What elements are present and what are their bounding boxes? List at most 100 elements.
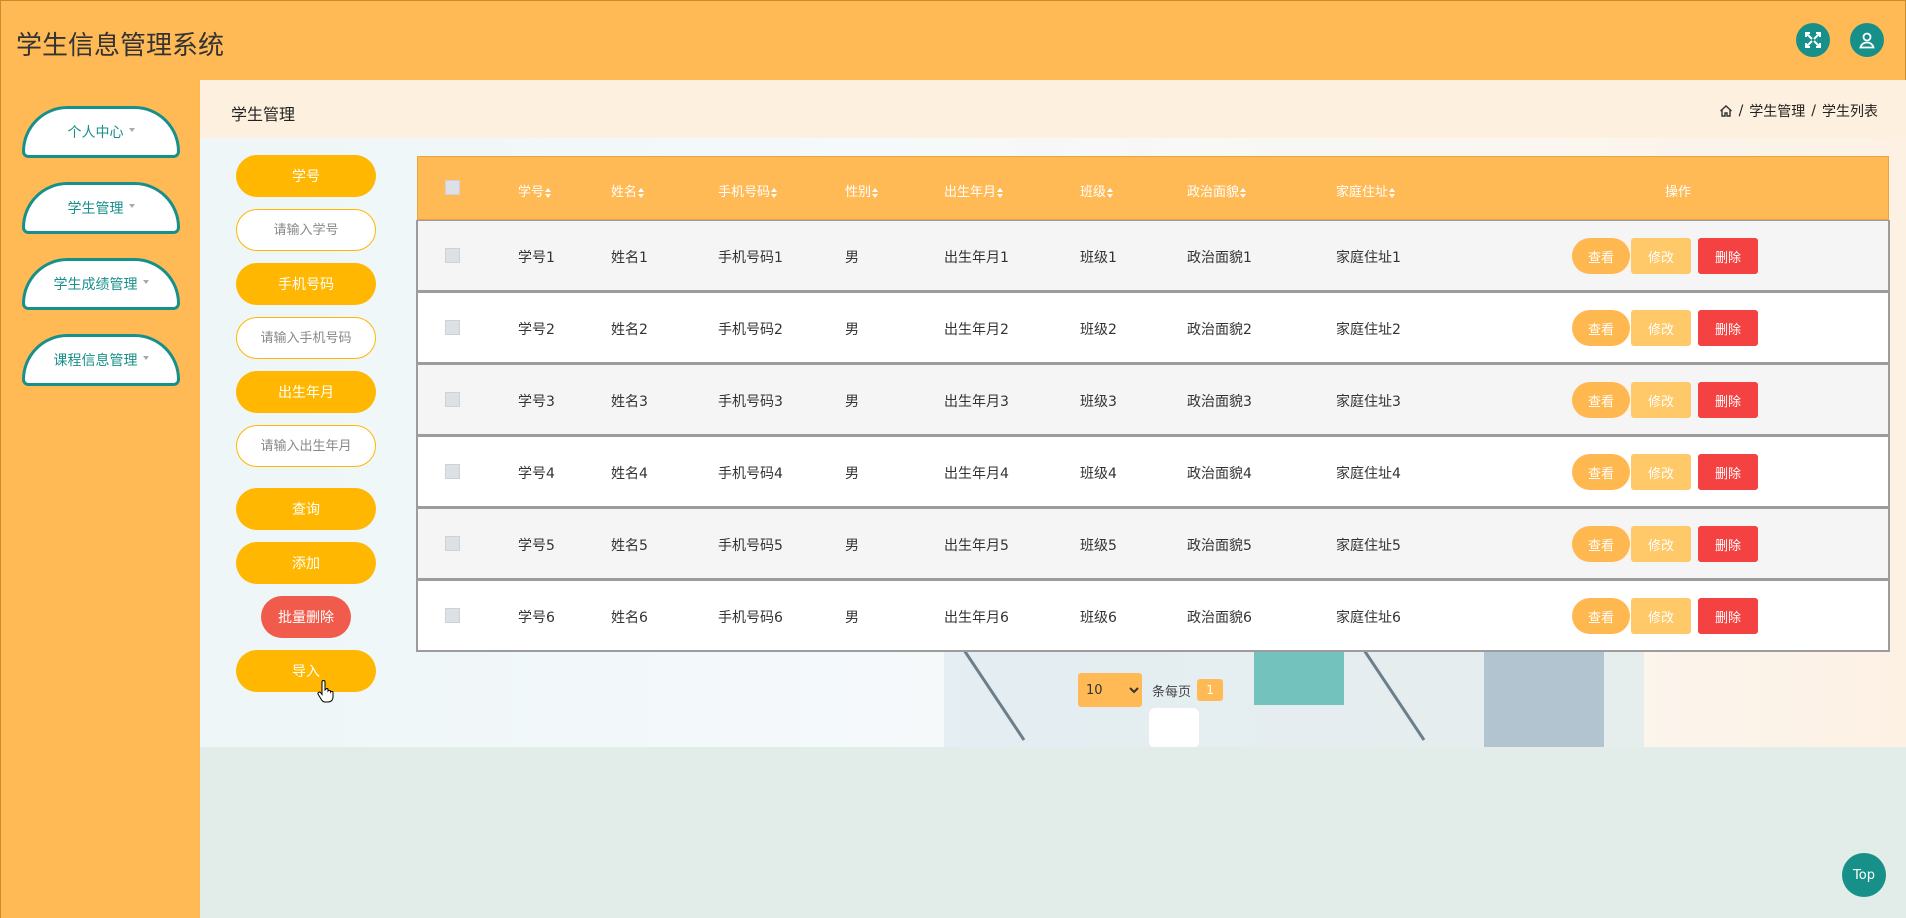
batch-delete-button[interactable]: 批量删除 xyxy=(261,596,351,638)
cell-student-id: 学号6 xyxy=(518,610,555,626)
user-button[interactable] xyxy=(1850,23,1884,57)
sort-icon xyxy=(545,187,552,198)
cell-gender: 男 xyxy=(845,322,859,338)
breadcrumb-item[interactable]: 学生管理 xyxy=(1749,101,1805,121)
view-button[interactable]: 查看 xyxy=(1572,238,1630,274)
cell-gender: 男 xyxy=(845,250,859,266)
column-header-political[interactable]: 政治面貌 xyxy=(1187,181,1247,200)
table-header: 学号 姓名 手机号码 性别 出生年月 班级 政治面貌 家庭住址 操作 xyxy=(417,156,1889,220)
sidebar-item-course-management[interactable]: 课程信息管理 xyxy=(22,334,180,386)
hand-cursor-icon xyxy=(317,680,334,703)
phone-label: 手机号码 xyxy=(236,263,376,305)
birth-field[interactable] xyxy=(236,425,376,467)
view-button[interactable]: 查看 xyxy=(1572,526,1630,562)
add-button[interactable]: 添加 xyxy=(236,542,376,584)
view-button[interactable]: 查看 xyxy=(1572,310,1630,346)
table-row: 学号4 姓名4 手机号码4 男 出生年月4 班级4 政治面貌4 家庭住址4 查看 修改 删除 xyxy=(416,436,1890,508)
column-header-actions: 操作 xyxy=(1665,185,1692,200)
row-checkbox[interactable] xyxy=(445,464,460,479)
cell-gender: 男 xyxy=(845,394,859,410)
cell-address: 家庭住址4 xyxy=(1336,466,1401,482)
breadcrumb-item: 学生列表 xyxy=(1822,104,1878,120)
cell-address: 家庭住址1 xyxy=(1336,250,1401,266)
table-row: 学号3 姓名3 手机号码3 男 出生年月3 班级3 政治面貌3 家庭住址3 查看 修改 删除 xyxy=(416,364,1890,436)
cell-name: 姓名2 xyxy=(611,322,648,338)
sort-icon xyxy=(771,187,778,198)
cell-address: 家庭住址2 xyxy=(1336,322,1401,338)
column-header-class[interactable]: 班级 xyxy=(1080,181,1114,200)
sidebar-item-label: 学生管理 xyxy=(67,201,124,217)
row-checkbox[interactable] xyxy=(445,248,460,263)
delete-button[interactable]: 删除 xyxy=(1698,454,1758,490)
cell-birth: 出生年月3 xyxy=(944,394,1009,410)
cell-class: 班级4 xyxy=(1080,466,1117,482)
cell-student-id: 学号1 xyxy=(518,250,555,266)
edit-button[interactable]: 修改 xyxy=(1631,454,1691,490)
sidebar-item-score-management[interactable]: 学生成绩管理 xyxy=(22,258,180,310)
cell-phone: 手机号码3 xyxy=(718,394,783,410)
edit-button[interactable]: 修改 xyxy=(1631,382,1691,418)
view-button[interactable]: 查看 xyxy=(1572,382,1630,418)
select-all-checkbox[interactable] xyxy=(445,180,460,195)
pagination: 10 条每页 1 xyxy=(1078,673,1224,707)
view-button[interactable]: 查看 xyxy=(1572,598,1630,634)
table-row: 学号2 姓名2 手机号码2 男 出生年月2 班级2 政治面貌2 家庭住址2 查看 修改 删除 xyxy=(416,292,1890,364)
column-header-name[interactable]: 姓名 xyxy=(611,181,645,200)
fullscreen-button[interactable] xyxy=(1796,23,1830,57)
delete-button[interactable]: 删除 xyxy=(1698,598,1758,634)
sort-icon xyxy=(1240,187,1247,198)
cell-class: 班级5 xyxy=(1080,538,1117,554)
import-button[interactable]: 导入 xyxy=(236,650,376,692)
sidebar-item-label: 学生成绩管理 xyxy=(53,277,138,293)
edit-button[interactable]: 修改 xyxy=(1631,310,1691,346)
sidebar-item-personal-center[interactable]: 个人中心 xyxy=(22,106,180,158)
column-header-birth[interactable]: 出生年月 xyxy=(944,181,1004,200)
cell-birth: 出生年月1 xyxy=(944,250,1009,266)
cell-class: 班级2 xyxy=(1080,322,1117,338)
column-header-address[interactable]: 家庭住址 xyxy=(1336,181,1396,200)
query-button[interactable]: 查询 xyxy=(236,488,376,530)
delete-button[interactable]: 删除 xyxy=(1698,382,1758,418)
edit-button[interactable]: 修改 xyxy=(1631,526,1691,562)
cell-phone: 手机号码4 xyxy=(718,466,783,482)
row-checkbox[interactable] xyxy=(445,320,460,335)
cell-name: 姓名4 xyxy=(611,466,648,482)
delete-button[interactable]: 删除 xyxy=(1698,238,1758,274)
edit-button[interactable]: 修改 xyxy=(1631,598,1691,634)
page-header: 学生管理 / 学生管理 / 学生列表 xyxy=(200,80,1906,138)
table-row: 学号6 姓名6 手机号码6 男 出生年月6 班级6 政治面貌6 家庭住址6 查看 修改 删除 xyxy=(416,580,1890,652)
column-header-gender[interactable]: 性别 xyxy=(845,181,879,200)
page-size-select[interactable]: 10 xyxy=(1078,673,1142,707)
column-header-student-id[interactable]: 学号 xyxy=(518,181,552,200)
sidebar-item-label: 课程信息管理 xyxy=(53,353,138,369)
home-icon[interactable] xyxy=(1719,104,1733,118)
back-to-top-button[interactable]: Top xyxy=(1842,853,1886,897)
student-id-field[interactable] xyxy=(236,209,376,251)
view-button[interactable]: 查看 xyxy=(1572,454,1630,490)
sort-icon xyxy=(1107,187,1114,198)
cell-phone: 手机号码5 xyxy=(718,538,783,554)
page-number-current[interactable]: 1 xyxy=(1197,679,1224,701)
chevron-down-icon xyxy=(142,356,149,360)
row-checkbox[interactable] xyxy=(445,608,460,623)
table-row: 学号5 姓名5 手机号码5 男 出生年月5 班级5 政治面貌5 家庭住址5 查看 修改 删除 xyxy=(416,508,1890,580)
student-id-input[interactable] xyxy=(244,221,368,239)
sidebar-item-student-management[interactable]: 学生管理 xyxy=(22,182,180,234)
cell-student-id: 学号3 xyxy=(518,394,555,410)
cell-name: 姓名6 xyxy=(611,610,648,626)
column-header-phone[interactable]: 手机号码 xyxy=(718,181,778,200)
per-page-label: 条每页 xyxy=(1152,684,1192,700)
phone-field[interactable] xyxy=(236,317,376,359)
cell-address: 家庭住址5 xyxy=(1336,538,1401,554)
cell-phone: 手机号码1 xyxy=(718,250,783,266)
cell-birth: 出生年月4 xyxy=(944,466,1009,482)
phone-input[interactable] xyxy=(244,329,368,347)
cell-class: 班级1 xyxy=(1080,250,1117,266)
delete-button[interactable]: 删除 xyxy=(1698,526,1758,562)
birth-input[interactable] xyxy=(244,437,368,455)
delete-button[interactable]: 删除 xyxy=(1698,310,1758,346)
row-checkbox[interactable] xyxy=(445,536,460,551)
edit-button[interactable]: 修改 xyxy=(1631,238,1691,274)
row-checkbox[interactable] xyxy=(445,392,460,407)
cell-class: 班级6 xyxy=(1080,610,1117,626)
